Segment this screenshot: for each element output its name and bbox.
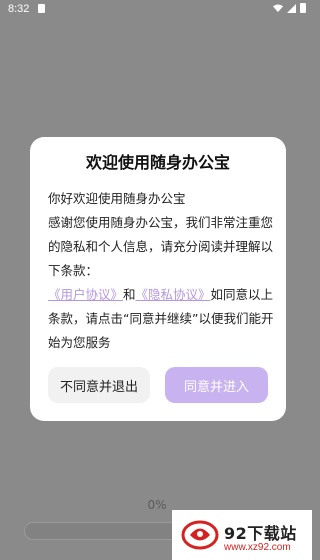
- signal-icon: [287, 3, 296, 13]
- intro-paragraph: 感谢您使用随身办公宝，我们非常注重您的隐私和个人信息，请充分阅读并理解以下条款：: [48, 215, 274, 278]
- agreement-paragraph: 《用户协议》和《隐私协议》如同意以上条款，请点击“同意并继续”以便我们能开始为您…: [48, 283, 274, 355]
- privacy-policy-link[interactable]: 《隐私协议》: [136, 287, 211, 302]
- watermark: 92下载站 www.xz92.com: [172, 510, 312, 560]
- and-text: 和: [123, 287, 136, 302]
- status-time: 8:32: [8, 3, 30, 15]
- dialog-body: 你好欢迎使用随身办公宝 感谢您使用随身办公宝，我们非常注重您的隐私和个人信息，请…: [48, 187, 274, 355]
- watermark-logo-icon: [181, 520, 219, 550]
- wifi-icon: [273, 4, 283, 12]
- privacy-dialog: 欢迎使用随身办公宝 你好欢迎使用随身办公宝 感谢您使用随身办公宝，我们非常注重您…: [30, 137, 286, 421]
- notification-app-icon: [38, 4, 45, 13]
- user-agreement-link[interactable]: 《用户协议》: [48, 287, 123, 302]
- status-icons: [273, 3, 306, 13]
- battery-icon: [300, 3, 306, 13]
- watermark-url: www.xz92.com: [224, 542, 291, 553]
- watermark-title: 92下载站: [224, 524, 297, 543]
- decline-exit-button[interactable]: 不同意并退出: [48, 367, 150, 403]
- dialog-title: 欢迎使用随身办公宝: [85, 153, 230, 172]
- status-bar: 8:32: [0, 0, 312, 18]
- progress-label: 0%: [147, 498, 167, 512]
- greeting-text: 你好欢迎使用随身办公宝: [48, 191, 186, 206]
- agree-enter-button[interactable]: 同意并进入: [165, 367, 268, 403]
